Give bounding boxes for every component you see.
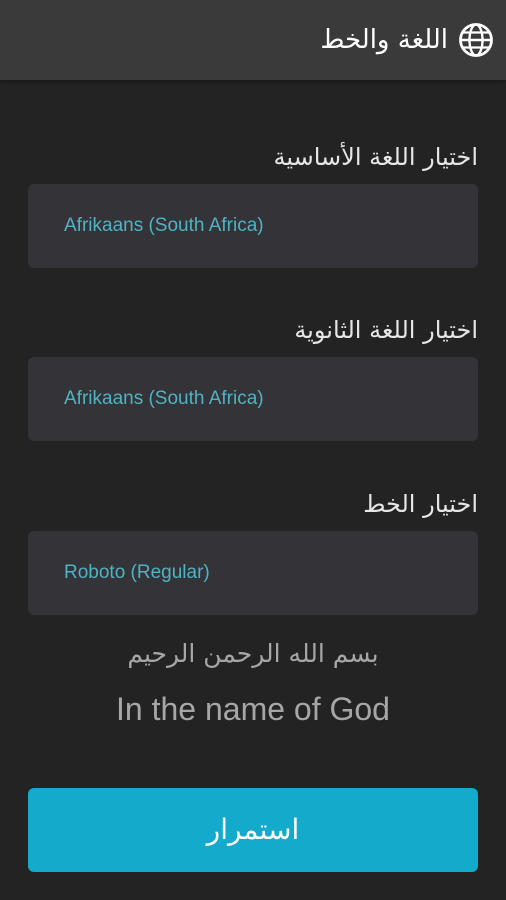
font-select[interactable]: Roboto (Regular) [28,531,478,615]
font-preview-english: In the name of God [116,691,390,727]
secondary-language-select[interactable]: Afrikaans (South Africa) [28,357,478,441]
primary-language-select[interactable]: Afrikaans (South Africa) [28,184,478,268]
secondary-language-label: اختيار اللغة الثانوية [294,316,478,344]
primary-language-label: اختيار اللغة الأساسية [273,143,478,171]
font-preview-arabic: بسم الله الرحمن الرحيم [127,639,379,668]
continue-button-label: استمرار [206,813,300,846]
app-header: اللغة والخط [0,0,506,80]
secondary-language-value: Afrikaans (South Africa) [64,388,264,409]
font-value: Roboto (Regular) [64,562,210,583]
font-label: اختيار الخط [363,490,478,518]
continue-button[interactable]: استمرار [28,788,478,872]
globe-icon [459,23,493,57]
page-title: اللغة والخط [320,25,448,55]
primary-language-value: Afrikaans (South Africa) [64,215,264,236]
